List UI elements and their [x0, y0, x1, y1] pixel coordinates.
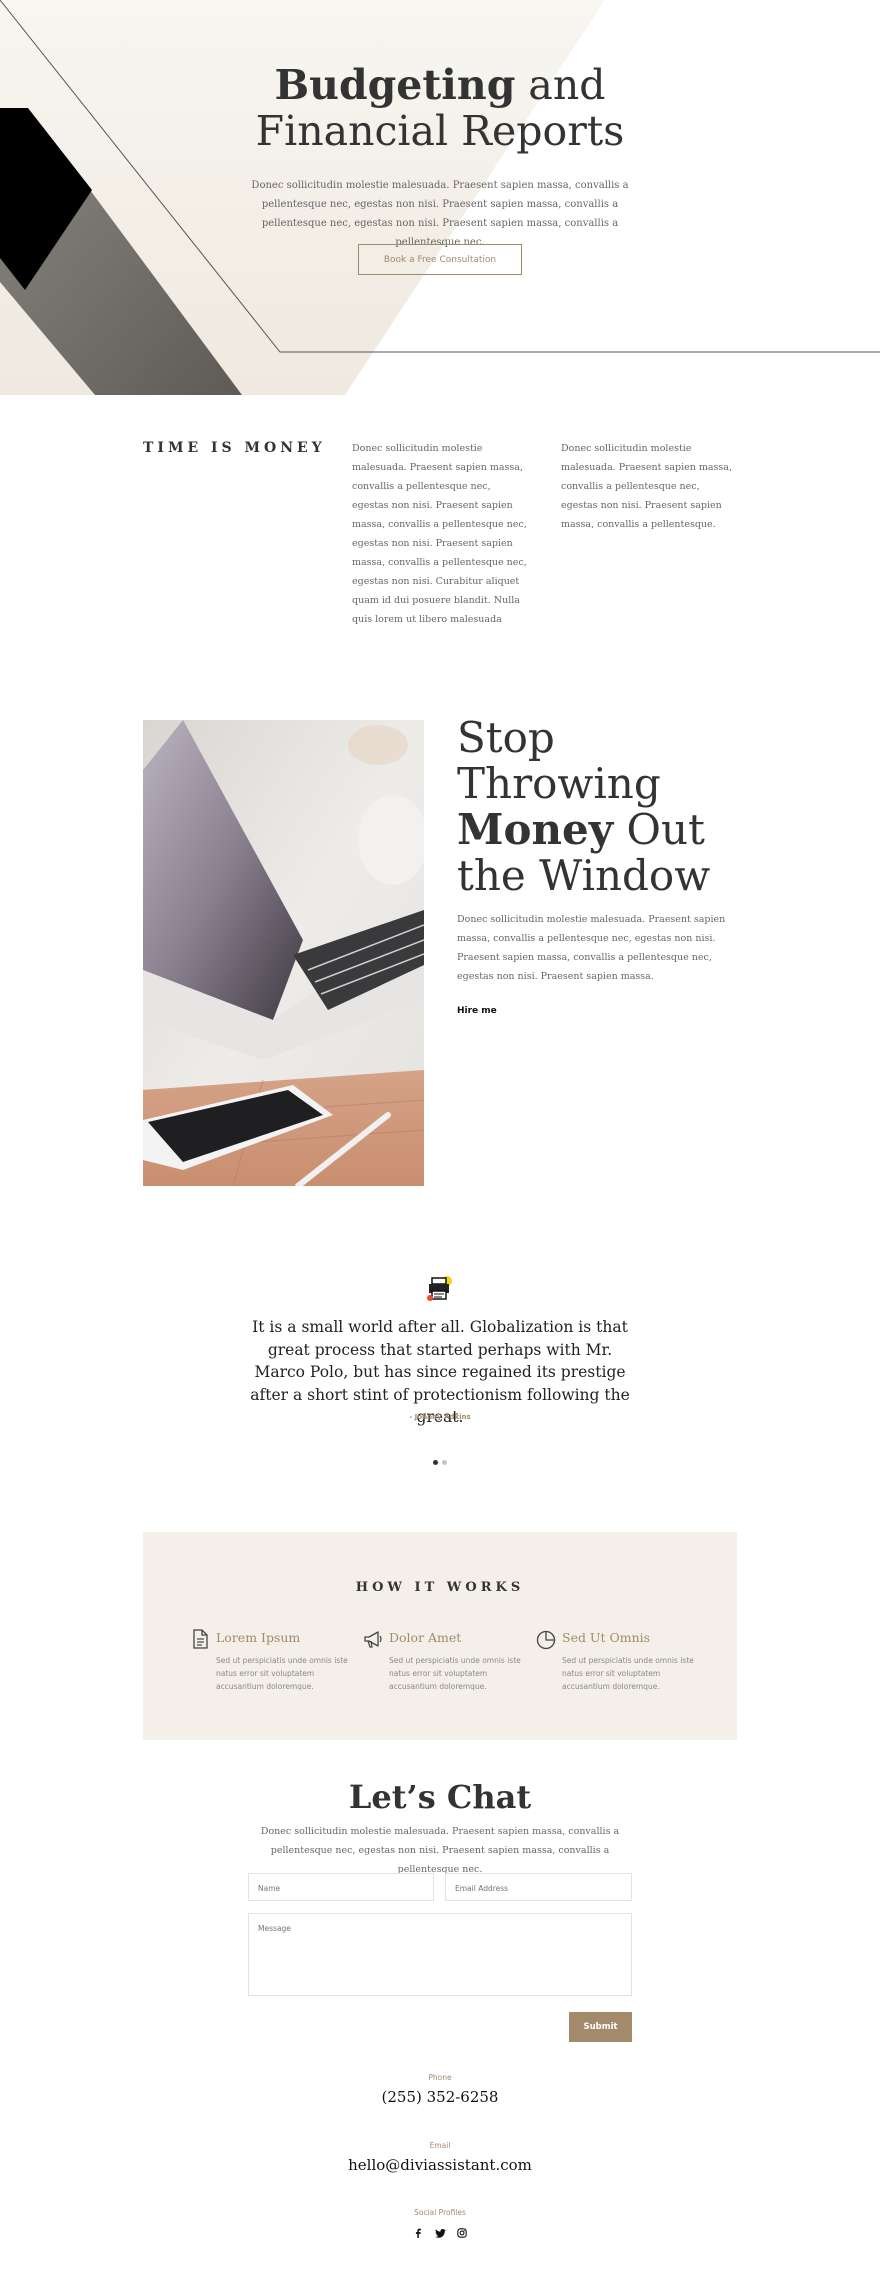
testimonial-author: - Johnny Adkins — [409, 1413, 471, 1421]
printer-icon — [426, 1274, 456, 1304]
hero-title-line2: Financial Reports — [255, 107, 625, 155]
book-consultation-button[interactable]: Book a Free Consultation — [358, 244, 522, 275]
how-it-works-item-description: Sed ut perspiciatis unde omnis iste natu… — [562, 1656, 694, 1691]
pie-chart-icon — [536, 1630, 556, 1650]
instagram-icon-graphic — [457, 2228, 467, 2238]
stop-throwing-money-title: Stop Throwing Money Out the Window — [457, 715, 747, 899]
time-is-money-heading: TIME IS MONEY — [143, 440, 326, 456]
hero-description: Donec sollicitudin molestie malesuada. P… — [251, 180, 629, 248]
phone-number[interactable]: (255) 352-6258 — [0, 2088, 880, 2106]
hero-title: Budgeting and Financial Reports — [0, 62, 880, 154]
phone-label: Phone — [428, 2073, 452, 2082]
how-it-works-item-title: Sed Ut Omnis — [562, 1630, 651, 1645]
time-is-money-column-1: Donec sollicitudin molestie malesuada. P… — [352, 443, 527, 625]
social-profiles-label: Social Profiles — [414, 2208, 466, 2217]
name-field[interactable] — [248, 1873, 434, 1901]
how-it-works-item-description: Sed ut perspiciatis unde omnis iste natu… — [216, 1656, 348, 1691]
laptop-image — [143, 720, 424, 1186]
testimonial-quote: It is a small world after all. Globaliza… — [250, 1318, 630, 1426]
message-textarea[interactable] — [258, 1924, 622, 1951]
hero-title-rest: and — [515, 61, 606, 109]
stop-title-line4: the Window — [457, 851, 711, 900]
name-input[interactable] — [258, 1884, 424, 1893]
email-label: Email — [429, 2141, 451, 2150]
email-input[interactable] — [455, 1884, 622, 1893]
chat-title: Let’s Chat — [348, 1778, 532, 1816]
twitter-icon-graphic — [434, 2228, 446, 2238]
how-it-works-item-title: Dolor Amet — [389, 1630, 462, 1645]
how-it-works-item-title: Lorem Ipsum — [216, 1630, 301, 1645]
megaphone-icon — [364, 1631, 382, 1648]
laptop-photo — [143, 720, 424, 1186]
stop-title-line3-rest: Out — [613, 805, 705, 854]
stop-description: Donec sollicitudin molestie malesuada. P… — [457, 914, 726, 982]
time-is-money-column-2: Donec sollicitudin molestie malesuada. P… — [561, 443, 732, 530]
stop-title-line1: Stop — [457, 713, 555, 762]
email-address[interactable]: hello@diviassistant.com — [0, 2156, 880, 2174]
hero-section: Budgeting and Financial Reports Donec so… — [0, 0, 880, 395]
how-it-works-title: HOW IT WORKS — [355, 1580, 525, 1595]
slider-dot-2[interactable] — [442, 1460, 447, 1465]
email-field[interactable] — [445, 1873, 632, 1901]
twitter-icon[interactable] — [433, 2226, 447, 2240]
facebook-icon-graphic — [415, 2228, 421, 2238]
instagram-icon[interactable] — [455, 2226, 469, 2240]
message-field[interactable] — [248, 1913, 632, 1996]
chat-description: Donec sollicitudin molestie malesuada. P… — [260, 1826, 620, 1875]
how-it-works-item-description: Sed ut perspiciatis unde omnis iste natu… — [389, 1656, 521, 1691]
hero-title-bold: Budgeting — [274, 61, 516, 109]
stop-title-bold: Money — [457, 805, 614, 854]
stop-title-line2: Throwing — [457, 759, 661, 808]
how-it-works-section: HOW IT WORKS Lorem Ipsum Sed ut perspici… — [143, 1532, 737, 1740]
slider-dot-1[interactable] — [433, 1460, 438, 1465]
hire-me-link[interactable]: Hire me — [457, 1006, 497, 1016]
document-icon — [193, 1629, 208, 1649]
printer-icon-graphic — [427, 1276, 452, 1301]
submit-button[interactable]: Submit — [569, 2012, 632, 2042]
facebook-icon[interactable] — [411, 2226, 425, 2240]
